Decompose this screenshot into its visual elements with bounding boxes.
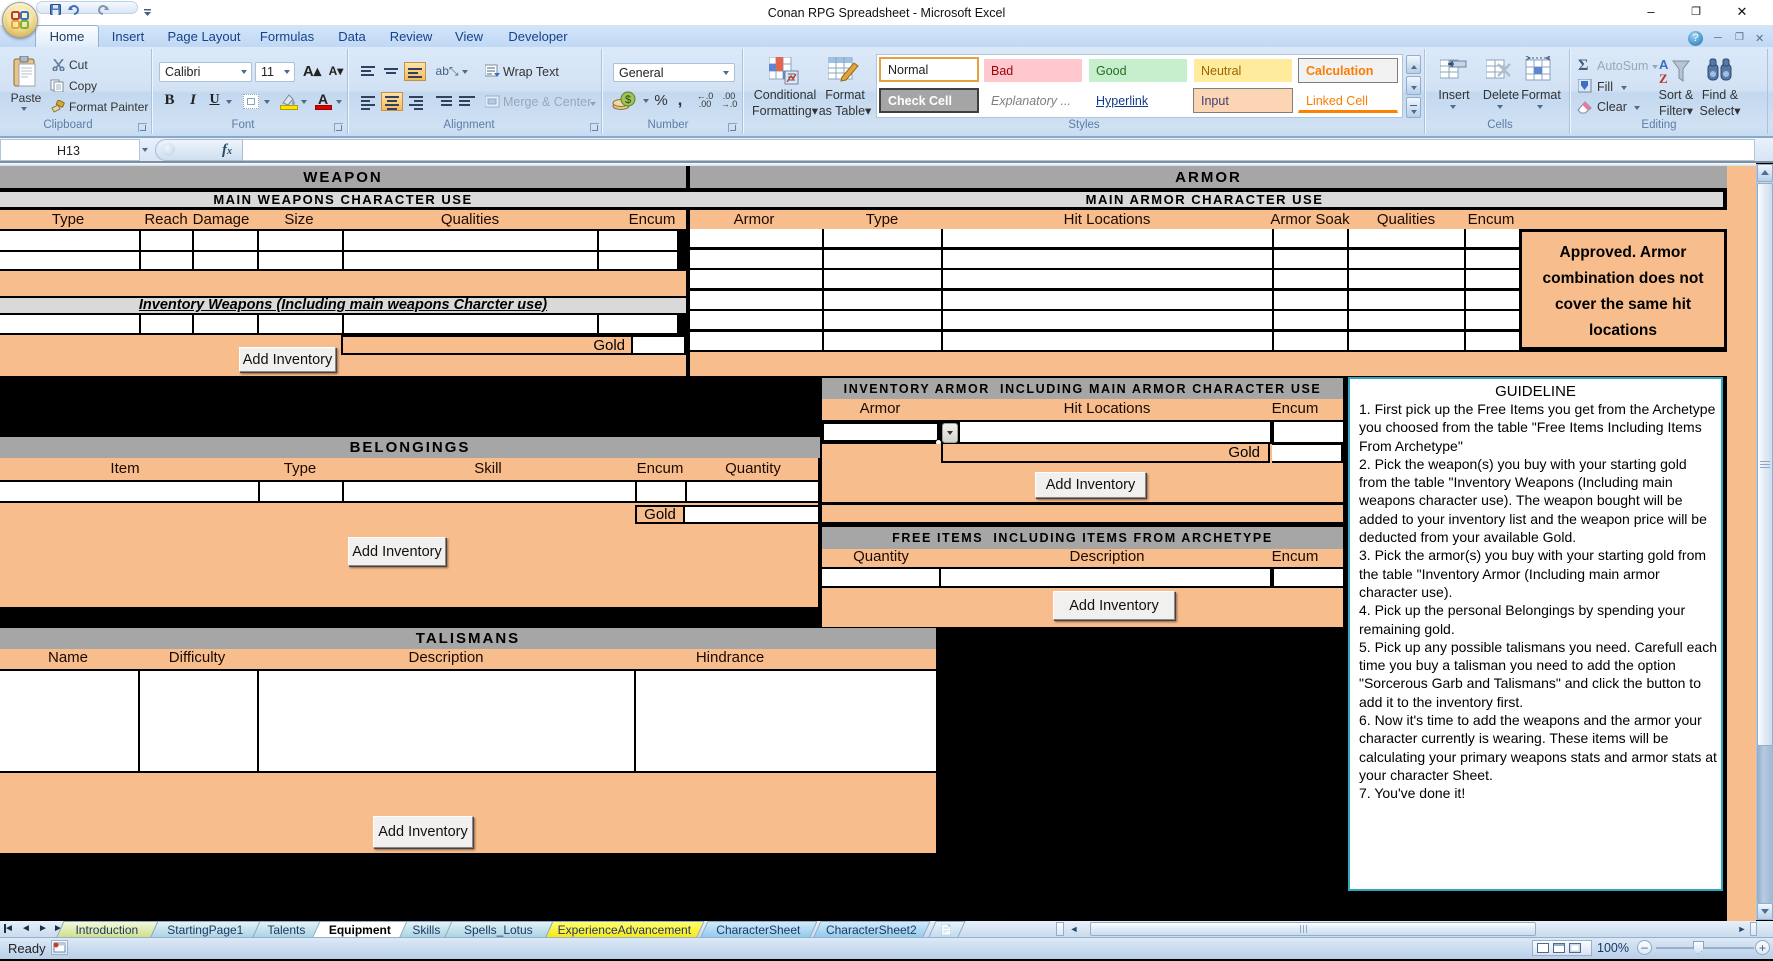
svg-text:Z: Z [1659, 71, 1668, 85]
svg-text:A: A [1659, 57, 1669, 72]
svg-text:$: $ [625, 94, 631, 106]
